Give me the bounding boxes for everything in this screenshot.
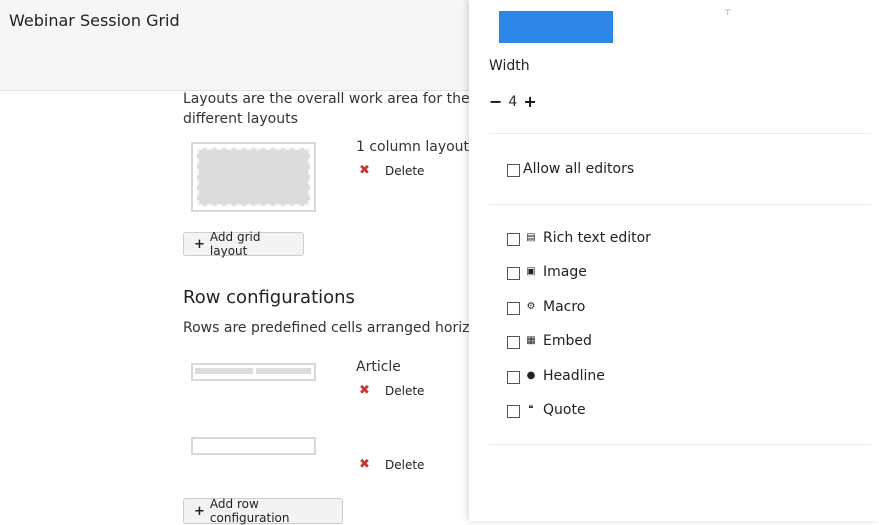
delete-label: Delete <box>385 163 425 178</box>
delete-icon: ✖ <box>359 457 370 472</box>
row-item-label[interactable]: Article <box>356 359 401 375</box>
editor-label: Quote <box>543 401 586 418</box>
width-stepper: − 4 + <box>489 92 537 111</box>
editor-label: Headline <box>543 367 605 384</box>
row-thumbnail-cell <box>195 368 253 374</box>
editor-checkbox[interactable] <box>507 233 520 246</box>
add-grid-layout-button[interactable]: + Add grid layout <box>183 230 304 258</box>
plus-icon: + <box>194 236 205 252</box>
editor-label: Macro <box>543 298 586 315</box>
allow-all-editors-row[interactable]: Allow all editors <box>507 160 634 177</box>
macro-icon: ⚙ <box>526 301 536 312</box>
settings-panel: ┬ Width − 4 + Allow all editors ▤ Rich t… <box>469 0 879 521</box>
add-grid-layout-label: Add grid layout <box>209 230 261 258</box>
layouts-intro-line1: Layouts are the overall work area for th… <box>183 91 493 107</box>
page-title: Webinar Session Grid <box>9 11 180 30</box>
editor-option-headline[interactable]: ● Headline <box>507 367 605 384</box>
editor-option-image[interactable]: ▣ Image <box>507 263 587 280</box>
row-thumbnail-article[interactable] <box>191 363 316 381</box>
row-delete-button[interactable]: ✖ Delete <box>359 383 424 398</box>
layout-thumbnail[interactable] <box>191 142 316 212</box>
editor-label: Embed <box>543 332 592 349</box>
editor-option-embed[interactable]: ▦ Embed <box>507 332 592 349</box>
editor-option-quote[interactable]: ❝ Quote <box>507 401 586 418</box>
divider <box>489 133 871 134</box>
layout-item-label[interactable]: 1 column layout <box>356 139 469 155</box>
rich-text-icon: ▤ <box>526 232 536 243</box>
minus-icon[interactable]: − <box>489 92 502 111</box>
editor-checkbox[interactable] <box>507 336 520 349</box>
width-label: Width <box>489 58 530 74</box>
editor-checkbox[interactable] <box>507 371 520 384</box>
rows-intro: Rows are predefined cells arranged horiz… <box>183 320 493 336</box>
delete-label: Delete <box>385 383 425 398</box>
layouts-intro-line2: different layouts <box>183 111 298 127</box>
allow-all-editors-checkbox[interactable] <box>507 164 520 177</box>
divider <box>489 444 871 445</box>
delete-icon: ✖ <box>359 383 370 398</box>
row-thumbnail-cell <box>256 368 311 374</box>
row-configurations-title: Row configurations <box>183 287 355 308</box>
layout-delete-button[interactable]: ✖ Delete <box>359 163 424 178</box>
editor-label: Rich text editor <box>543 229 651 246</box>
plus-icon: + <box>194 503 205 519</box>
divider <box>489 204 871 205</box>
layout-thumbnail-cell <box>197 148 310 206</box>
embed-icon: ▦ <box>526 335 536 346</box>
plus-icon[interactable]: + <box>523 92 536 111</box>
editor-checkbox[interactable] <box>507 405 520 418</box>
add-row-configuration-button[interactable]: + Add row configuration <box>183 497 343 525</box>
editor-option-macro[interactable]: ⚙ Macro <box>507 298 585 315</box>
delete-icon: ✖ <box>359 163 370 178</box>
resize-handle-icon: ┬ <box>725 6 731 16</box>
delete-label: Delete <box>385 457 425 472</box>
quote-icon: ❝ <box>528 404 534 415</box>
allow-all-editors-label: Allow all editors <box>523 160 635 177</box>
editor-option-rich-text[interactable]: ▤ Rich text editor <box>507 229 651 246</box>
editor-checkbox[interactable] <box>507 267 520 280</box>
editor-checkbox[interactable] <box>507 302 520 315</box>
layouts-intro: Layouts are the overall work area for th… <box>183 89 493 129</box>
image-icon: ▣ <box>526 266 536 277</box>
row-delete-button[interactable]: ✖ Delete <box>359 457 424 472</box>
width-value: 4 <box>508 93 518 110</box>
color-swatch[interactable] <box>499 11 613 43</box>
row-thumbnail-empty[interactable] <box>191 437 316 455</box>
headline-icon: ● <box>526 370 536 381</box>
editor-label: Image <box>543 263 587 280</box>
